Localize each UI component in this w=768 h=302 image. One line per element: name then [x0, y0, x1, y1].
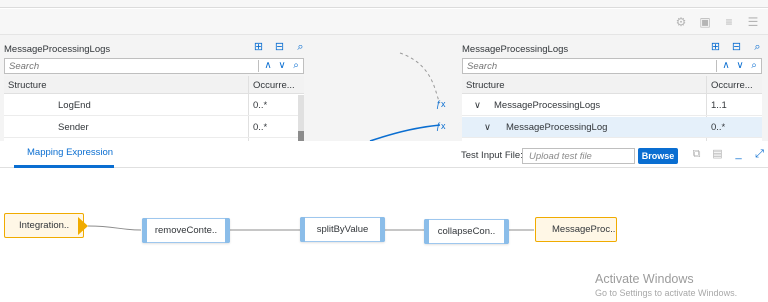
down-arrow-icon[interactable]: ∨ — [733, 59, 747, 73]
mapping-toolbar: ⚙ ▣ ≡ ☰ — [0, 9, 768, 35]
up-arrow-icon[interactable]: ∧ — [719, 59, 733, 73]
col-structure: Structure — [466, 80, 505, 91]
binoculars-icon[interactable]: ⌕ — [751, 41, 764, 54]
down-arrow-icon[interactable]: ∨ — [275, 59, 289, 73]
row-name: MessageProcessingLog — [506, 122, 608, 133]
expand-all-icon[interactable]: ⊞ — [252, 41, 265, 54]
structure-mapping-area: MessageProcessingLogs ⊞ ⊟ ⌕ ∧ ∨ ⌕ Struct… — [0, 35, 768, 141]
test-file-input[interactable]: Upload test file — [522, 148, 635, 164]
function-node-split-by-value[interactable]: splitByValue — [300, 217, 385, 242]
settings-icon[interactable]: ⚙ — [674, 15, 688, 29]
row-occurrence: 0..* — [253, 122, 268, 133]
source-field-node[interactable]: Integration.. — [4, 213, 84, 238]
fullscreen-icon[interactable]: ⤢ — [753, 147, 766, 161]
up-arrow-icon[interactable]: ∧ — [261, 59, 275, 73]
top-bar — [0, 0, 768, 8]
row-name: MessageProcessingLogs — [494, 100, 601, 111]
search-icon[interactable]: ⌕ — [747, 59, 761, 73]
table-row[interactable]: LogEnd 0..* — [4, 95, 304, 116]
table-header: Structure Occurre... — [4, 76, 304, 94]
source-structure-table: Structure Occurre... LogEnd 0..* Sender … — [4, 76, 304, 141]
table-row[interactable]: ∨ MessageProcessingLogs 1..1 — [462, 95, 762, 116]
collapse-all-icon[interactable]: ⊟ — [730, 41, 743, 54]
activate-windows-watermark: Activate Windows — [595, 272, 694, 286]
test-input-label: Test Input File: — [461, 150, 523, 161]
target-pane-title: MessageProcessingLogs — [462, 44, 569, 55]
target-search: ∧ ∨ ⌕ — [462, 58, 762, 74]
row-occurrence: 1..1 — [711, 100, 727, 111]
function-node-collapse-contexts[interactable]: collapseCon.. — [424, 219, 509, 244]
table-row[interactable]: Sender 0..* — [4, 117, 304, 138]
row-name: Sender — [58, 122, 89, 133]
clear-list-icon[interactable]: ☰ — [746, 15, 760, 29]
function-node-remove-contexts[interactable]: removeConte.. — [142, 218, 230, 243]
row-occurrence: 0..* — [711, 122, 726, 133]
source-pane-title: MessageProcessingLogs — [4, 44, 111, 55]
table-header: Structure Occurre... — [462, 76, 762, 94]
minimize-icon[interactable]: _ — [732, 147, 745, 161]
document-icon[interactable]: ▤ — [711, 147, 724, 161]
col-occurrence: Occurre... — [711, 80, 753, 91]
activate-windows-hint: Go to Settings to activate Windows. — [595, 288, 738, 298]
source-search: ∧ ∨ ⌕ — [4, 58, 304, 74]
tab-mapping-expression[interactable]: Mapping Expression — [27, 147, 113, 158]
source-search-input[interactable] — [5, 60, 256, 72]
target-structure-table: Structure Occurre... ∨ MessageProcessing… — [462, 76, 762, 141]
collapse-all-icon[interactable]: ⊟ — [273, 41, 286, 54]
expand-all-icon[interactable]: ⊞ — [709, 41, 722, 54]
copy-icon[interactable]: ⧉ — [690, 147, 703, 161]
source-node-arrow — [78, 217, 88, 235]
chevron-down-icon[interactable]: ∨ — [484, 122, 491, 133]
node-label: removeConte.. — [154, 225, 218, 236]
browse-button[interactable]: Browse — [638, 148, 678, 164]
node-label: collapseCon.. — [437, 226, 496, 237]
expression-tab-bar: Mapping Expression Test Input File: Uplo… — [0, 141, 768, 168]
col-structure: Structure — [8, 80, 47, 91]
target-field-node[interactable]: MessageProc.. — [535, 217, 617, 242]
target-search-input[interactable] — [463, 60, 714, 72]
function-icon[interactable]: ƒx — [436, 99, 446, 109]
row-occurrence: 0..* — [253, 100, 268, 111]
function-icon[interactable]: ƒx — [436, 121, 446, 131]
col-occurrence: Occurre... — [253, 80, 295, 91]
row-name: LogEnd — [58, 100, 91, 111]
node-label: MessageProc.. — [552, 224, 616, 235]
list-icon[interactable]: ≡ — [722, 15, 736, 29]
node-label: Integration.. — [19, 220, 70, 231]
clipboard-icon[interactable]: ▣ — [698, 15, 712, 29]
chevron-down-icon[interactable]: ∨ — [474, 100, 481, 111]
node-label: splitByValue — [316, 224, 369, 235]
table-row-selected[interactable]: ∨ MessageProcessingLog 0..* — [462, 117, 762, 138]
